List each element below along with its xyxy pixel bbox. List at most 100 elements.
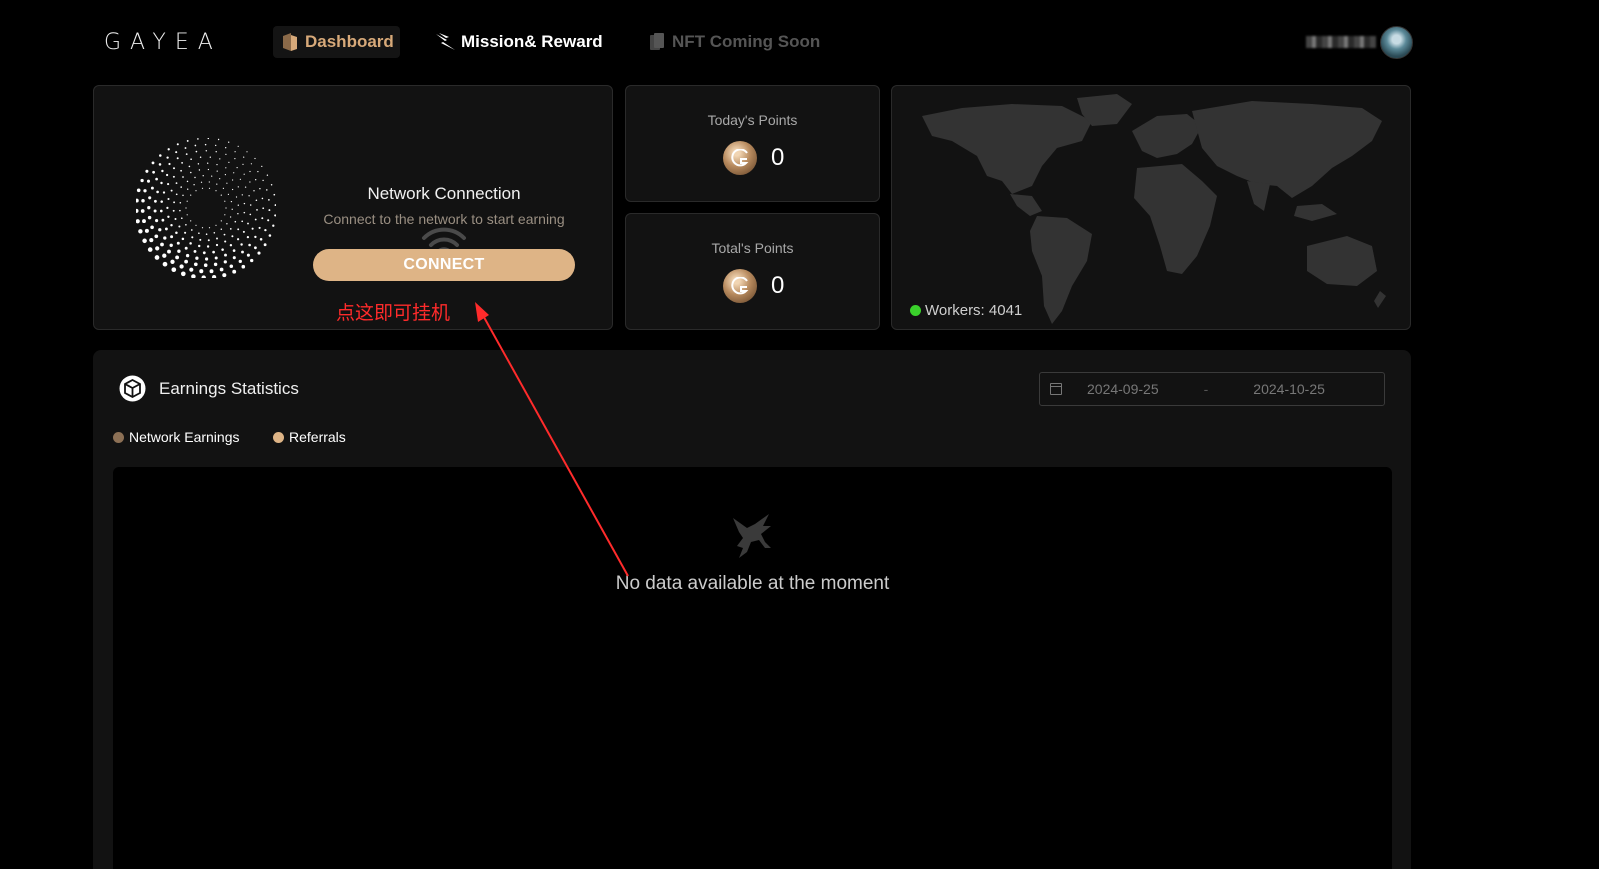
spiral-dot (193, 249, 197, 253)
spiral-dot (179, 264, 184, 269)
spiral-dot (246, 151, 248, 153)
spiral-dot (247, 222, 249, 225)
spiral-dot (158, 163, 162, 166)
spiral-dot (257, 170, 259, 173)
nft-icon (646, 31, 668, 53)
date-start[interactable]: 2024-09-25 (1087, 381, 1159, 397)
spiral-dot (243, 211, 246, 214)
spiral-dot (188, 165, 191, 168)
gaea-logo[interactable]: GAYEA (104, 30, 222, 55)
spiral-dot (156, 190, 159, 194)
spiral-dot (249, 204, 252, 206)
spiral-dot (255, 179, 257, 181)
spiral-dot (216, 183, 218, 185)
spiral-dot (198, 169, 201, 171)
spiral-dot (172, 209, 175, 212)
spiral-dot (186, 180, 189, 183)
nav-nft-label: NFT Coming Soon (672, 32, 821, 51)
spiral-dot (223, 233, 226, 236)
earnings-statistics-title: Earnings Statistics (159, 379, 299, 398)
nav-dashboard[interactable]: Dashboard (273, 26, 400, 58)
spiral-dot (211, 274, 217, 278)
spiral-dot (160, 200, 163, 203)
spiral-dot (173, 201, 176, 204)
spiral-dot (258, 226, 261, 229)
spiral-dot (237, 238, 240, 241)
spiral-dot (234, 158, 236, 160)
spiral-dot (181, 237, 185, 241)
spiral-dot (215, 151, 217, 153)
spiral-dot (240, 243, 243, 246)
spiral-dot (267, 219, 270, 222)
spiral-dot (143, 189, 147, 193)
spiral-dot (237, 204, 239, 206)
spiral-dot (168, 162, 171, 166)
spiral-dot (199, 238, 202, 241)
spiral-dot (253, 190, 255, 192)
spiral-dot (219, 267, 224, 272)
spiral-dot (202, 175, 204, 177)
spiral-dot (262, 207, 265, 210)
spiral-dot (204, 143, 207, 146)
spiral-dot (162, 191, 166, 194)
spiral-dot (145, 169, 149, 173)
spiral-dot (224, 200, 226, 202)
gaea-coin-icon (723, 141, 757, 175)
spiral-dot (262, 179, 264, 182)
nav-mission-label: Mission& Reward (461, 32, 603, 51)
spiral-dot (194, 144, 197, 147)
spiral-dot (191, 236, 194, 239)
spiral-dot (170, 259, 175, 264)
date-separator: - (1203, 381, 1209, 397)
spiral-dot (231, 235, 234, 238)
spiral-dot (215, 144, 217, 147)
spiral-dot (159, 209, 163, 213)
spiral-dot (164, 227, 168, 231)
date-end[interactable]: 2024-10-25 (1253, 381, 1325, 397)
spiral-dot (197, 163, 200, 165)
spiral-dot (232, 179, 234, 181)
spiral-dot (229, 216, 232, 218)
spiral-dot (195, 190, 197, 192)
spiral-dot (152, 170, 155, 174)
spiral-dot (185, 223, 187, 226)
legend-network-earnings[interactable]: Network Earnings (113, 429, 240, 445)
spiral-dot (224, 240, 227, 243)
spiral-dot (216, 237, 218, 240)
spiral-dot (160, 242, 164, 247)
spiral-dot (268, 199, 270, 201)
spiral-dot (208, 227, 211, 229)
spiral-dot (175, 151, 178, 154)
spiral-dot (203, 263, 208, 267)
connect-button[interactable]: CONNECT (313, 249, 575, 281)
spiral-dot (171, 267, 177, 273)
spiral-dot (207, 138, 210, 140)
spiral-dot (244, 186, 247, 188)
nav-mission-reward[interactable]: Mission& Reward (435, 26, 603, 58)
spiral-dot (229, 228, 232, 230)
legend-referrals[interactable]: Referrals (273, 429, 346, 445)
avatar[interactable] (1380, 25, 1413, 59)
spiral-dot (263, 243, 267, 247)
mission-icon (435, 31, 457, 53)
date-range-picker[interactable]: 2024-09-25 - 2024-10-25 (1039, 372, 1385, 406)
spiral-dot (206, 245, 210, 248)
spiral-dot (217, 138, 220, 141)
spiral-dot (231, 208, 233, 210)
spiral-dot (174, 218, 177, 220)
spiral-dot (264, 228, 267, 232)
spiral-dot (248, 243, 251, 247)
spiral-dot (159, 154, 162, 157)
legend-label: Network Earnings (129, 429, 240, 445)
total-points-row: 0 (723, 269, 784, 303)
spiral-dot (246, 235, 250, 239)
user-menu[interactable] (1306, 25, 1413, 59)
spiral-dot (177, 249, 181, 253)
spiral-dot (201, 275, 206, 278)
spiral-dot (172, 167, 176, 170)
earnings-chart-area: No data available at the moment (113, 467, 1392, 869)
spiral-dot (249, 213, 252, 216)
spiral-dot (136, 198, 139, 203)
spiral-dot (255, 199, 258, 201)
spiral-dot (208, 187, 211, 189)
